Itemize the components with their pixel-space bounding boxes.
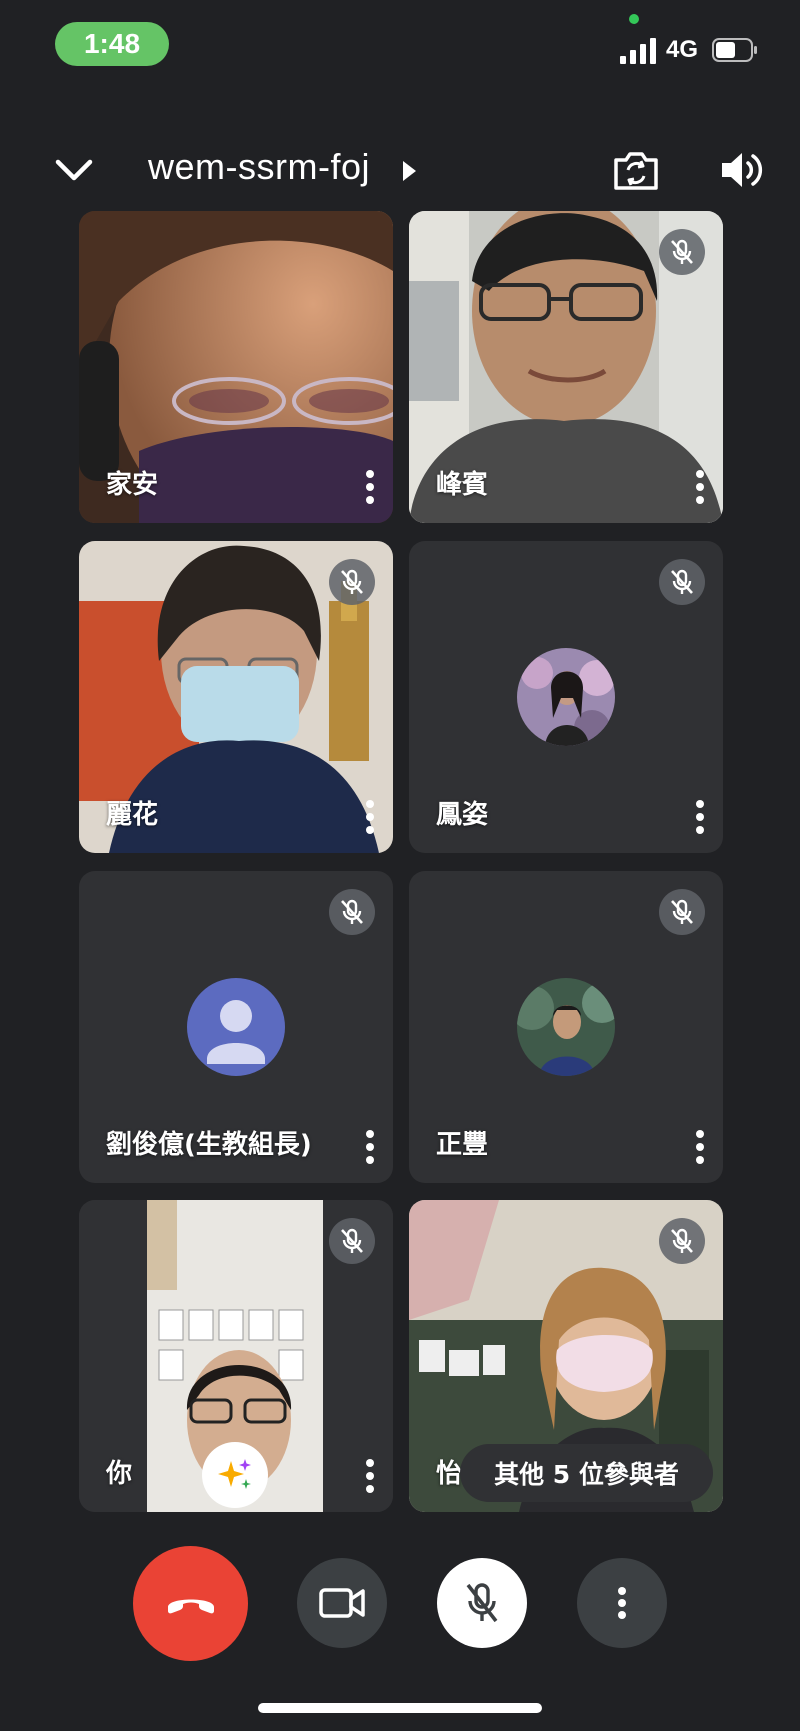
participant-name: 正豐	[436, 1130, 489, 1160]
more-vert-icon[interactable]	[689, 797, 711, 837]
more-vert-icon[interactable]	[359, 797, 381, 837]
participant-tile[interactable]: 家安	[79, 211, 393, 523]
mic-off-icon	[671, 1228, 693, 1253]
mic-off-icon	[671, 899, 693, 924]
play-arrow-icon[interactable]	[400, 159, 418, 183]
visual-effects-button[interactable]	[202, 1442, 268, 1508]
more-vert-icon[interactable]	[359, 1456, 381, 1496]
battery-icon	[712, 38, 757, 62]
avatar	[517, 978, 615, 1076]
participant-tile[interactable]: 正豐	[409, 871, 723, 1183]
end-call-button[interactable]	[133, 1546, 248, 1661]
privacy-indicator-dot	[629, 14, 639, 24]
more-options-button[interactable]	[577, 1558, 667, 1648]
meeting-code[interactable]: wem-ssrm-foj	[148, 146, 370, 188]
chevron-down-icon[interactable]	[52, 152, 96, 188]
more-vert-icon[interactable]	[689, 467, 711, 507]
other-participants-button[interactable]: 其他 5 位參與者	[460, 1444, 713, 1502]
home-indicator[interactable]	[258, 1703, 542, 1713]
participant-tile[interactable]: 劉俊億(生教組長)	[79, 871, 393, 1183]
muted-badge	[659, 559, 705, 605]
more-vert-icon[interactable]	[359, 467, 381, 507]
cellular-signal-icon	[620, 38, 656, 64]
flip-camera-icon[interactable]	[612, 148, 660, 192]
more-vert-icon[interactable]	[359, 1127, 381, 1167]
status-time: 1:48	[55, 22, 169, 66]
participant-tile[interactable]: 鳳姿	[409, 541, 723, 853]
default-avatar	[187, 978, 285, 1076]
speaker-icon[interactable]	[720, 150, 766, 190]
network-type: 4G	[666, 36, 699, 63]
participant-name: 峰賓	[436, 470, 489, 500]
mic-off-icon	[341, 1228, 363, 1253]
muted-badge	[329, 1218, 375, 1264]
participant-name: 劉俊億(生教組長)	[106, 1130, 312, 1160]
muted-badge	[659, 1218, 705, 1264]
participant-name: 鳳姿	[436, 800, 489, 830]
mic-off-icon	[341, 899, 363, 924]
mic-toggle-button[interactable]	[437, 1558, 527, 1648]
participant-tile[interactable]: 峰賓	[409, 211, 723, 523]
participant-name: 家安	[106, 470, 159, 500]
participant-name: 你	[106, 1459, 133, 1489]
video-camera-icon	[319, 1588, 365, 1618]
sparkle-icon	[218, 1459, 251, 1489]
muted-badge	[659, 229, 705, 275]
mic-off-icon	[671, 569, 693, 594]
participant-name: 怡	[436, 1459, 463, 1489]
mic-off-icon	[341, 569, 363, 594]
participant-tile[interactable]: 麗花	[79, 541, 393, 853]
avatar	[517, 648, 615, 746]
status-time-text: 1:48	[83, 28, 141, 59]
camera-toggle-button[interactable]	[297, 1558, 387, 1648]
more-vert-icon[interactable]	[689, 1127, 711, 1167]
muted-badge	[329, 559, 375, 605]
mic-off-icon	[671, 239, 693, 264]
end-call-icon	[167, 1599, 214, 1613]
muted-badge	[659, 889, 705, 935]
mic-off-icon	[466, 1583, 498, 1623]
more-vert-icon	[618, 1587, 626, 1619]
participant-name: 麗花	[106, 800, 159, 830]
other-participants-label: 其他 5 位參與者	[494, 1460, 679, 1489]
muted-badge	[329, 889, 375, 935]
